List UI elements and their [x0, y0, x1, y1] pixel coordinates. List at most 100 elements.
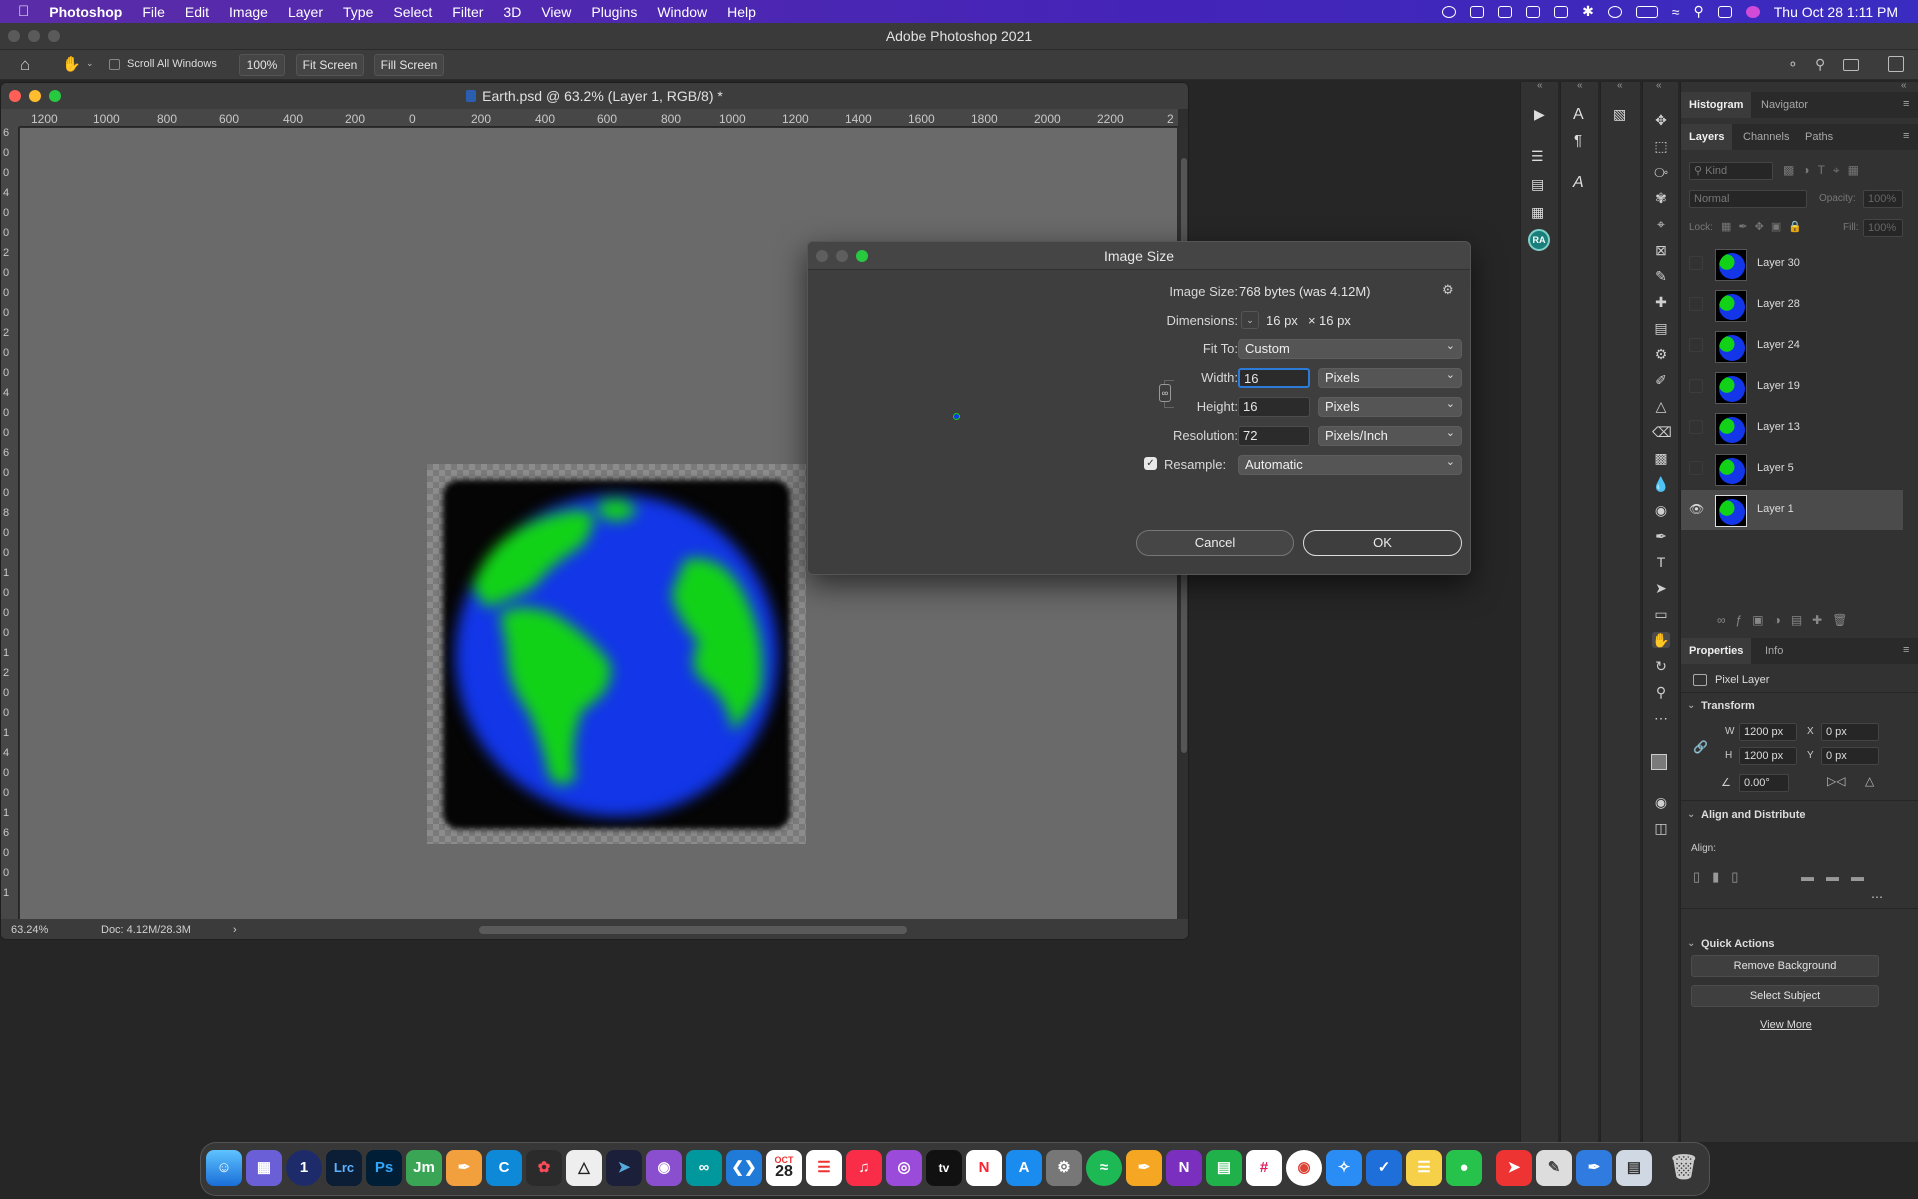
layer-name[interactable]: Layer 5	[1757, 462, 1794, 474]
earth-artwork[interactable]	[427, 464, 806, 844]
menu-select[interactable]: Select	[393, 4, 432, 20]
type-tool-icon[interactable]: T	[1652, 554, 1670, 570]
onepassword-icon[interactable]: 1	[286, 1150, 322, 1186]
creative-cloud-icon[interactable]	[1442, 5, 1457, 18]
character-panel-icon[interactable]: A	[1573, 106, 1584, 124]
rotate-view-tool-icon[interactable]: ↻	[1652, 658, 1670, 674]
tab-info[interactable]: Info	[1757, 638, 1791, 664]
screen-mode-icon[interactable]: ◫	[1652, 820, 1670, 836]
apple-tv-icon[interactable]: tv	[926, 1150, 962, 1186]
collapse-dock-icon[interactable]: «	[1901, 80, 1907, 91]
align-buttons-icons[interactable]: ▯▮▯	[1693, 869, 1750, 885]
keyboard-icon[interactable]	[1554, 5, 1569, 18]
layer-visibility-toggle[interactable]	[1689, 420, 1703, 434]
spotify-icon[interactable]: ≈	[1086, 1150, 1122, 1186]
dialog-close-button[interactable]	[816, 250, 828, 262]
eraser-tool-icon[interactable]: ⌫	[1652, 424, 1672, 440]
menu-3d[interactable]: 3D	[503, 4, 521, 20]
transform-x-field[interactable]: 0 px	[1821, 723, 1879, 741]
layer-filter-icons[interactable]: ▩◑T⌖▦	[1783, 163, 1867, 178]
tab-channels[interactable]: Channels	[1735, 124, 1797, 150]
align-chevron-icon[interactable]: ⌄	[1687, 809, 1695, 820]
more-align-options-icon[interactable]: ⋯	[1871, 890, 1883, 904]
fit-to-select[interactable]: Custom	[1238, 337, 1462, 359]
flip-horizontal-icon[interactable]: ▷◁	[1827, 774, 1845, 788]
collapse-tools-icon[interactable]: «	[1656, 80, 1662, 91]
frame-tool-icon[interactable]: ⊠	[1652, 242, 1670, 258]
fill-field[interactable]: 100%	[1863, 219, 1903, 237]
tool-preset-chevron-icon[interactable]: ⌄	[86, 58, 94, 69]
layer-name[interactable]: Layer 1	[1757, 503, 1794, 515]
menu-plugins[interactable]: Plugins	[591, 4, 637, 20]
spot-healing-tool-icon[interactable]: ✚	[1652, 294, 1670, 310]
jamovi-icon[interactable]: Jm	[406, 1150, 442, 1186]
layer-name[interactable]: Layer 28	[1757, 298, 1800, 310]
quick-selection-tool-icon[interactable]: ✾	[1652, 190, 1670, 206]
document-icon[interactable]: ✎	[1536, 1150, 1572, 1186]
adjustments-icon[interactable]: ☰	[1531, 148, 1544, 165]
app-store-icon[interactable]: A	[1006, 1150, 1042, 1186]
layer-row[interactable]: Layer 19	[1681, 367, 1903, 407]
app-minimize-button[interactable]	[28, 30, 40, 42]
document-title-bar[interactable]: Earth.psd @ 63.2% (Layer 1, RGB/8) *	[1, 83, 1188, 109]
marquee-tool-icon[interactable]: ⬚	[1652, 138, 1670, 154]
tab-properties[interactable]: Properties	[1681, 638, 1752, 664]
menu-filter[interactable]: Filter	[452, 4, 483, 20]
libraries-icon[interactable]: ▤	[1531, 176, 1544, 193]
remove-background-button[interactable]: Remove Background	[1691, 955, 1879, 977]
cloud-icon[interactable]	[1526, 5, 1541, 18]
tasks-icon[interactable]: ✓	[1366, 1150, 1402, 1186]
blend-mode-select[interactable]: Normal	[1689, 190, 1807, 208]
resample-checkbox[interactable]: ✓	[1144, 457, 1157, 470]
menu-view[interactable]: View	[541, 4, 571, 20]
more-tools-icon[interactable]: ⋯	[1652, 710, 1670, 726]
quick-actions-chevron-icon[interactable]: ⌄	[1687, 938, 1695, 949]
bluetooth-icon[interactable]: ✱	[1582, 3, 1594, 20]
quick-actions-title[interactable]: Quick Actions	[1701, 938, 1775, 950]
layer-name[interactable]: Layer 30	[1757, 257, 1800, 269]
chrome-icon[interactable]: ◉	[1286, 1150, 1322, 1186]
onenote-icon[interactable]: N	[1166, 1150, 1202, 1186]
transform-height-field[interactable]: 1200 px	[1739, 747, 1797, 765]
rectangle-tool-icon[interactable]: ▭	[1652, 606, 1670, 622]
dialog-minimize-button[interactable]	[836, 250, 848, 262]
layer-row[interactable]: Layer 13	[1681, 408, 1903, 448]
document-size-info[interactable]: Doc: 4.12M/28.3M	[101, 919, 191, 939]
cancel-button[interactable]: Cancel	[1136, 530, 1294, 556]
doc-zoom-button[interactable]	[49, 90, 61, 102]
layer-row[interactable]: Layer 5	[1681, 449, 1903, 489]
link-dimensions-icon[interactable]: 🔗	[1693, 740, 1708, 754]
layer-name[interactable]: Layer 13	[1757, 421, 1800, 433]
battery-icon[interactable]	[1635, 5, 1658, 18]
ok-button[interactable]: OK	[1303, 530, 1462, 556]
slack-icon[interactable]: #	[1246, 1150, 1282, 1186]
clone-stamp-tool-icon[interactable]: △	[1652, 398, 1670, 414]
paragraph-panel-icon[interactable]: ¶	[1574, 132, 1582, 149]
layer-visibility-toggle[interactable]	[1689, 338, 1703, 352]
layer-visibility-toggle[interactable]	[1689, 297, 1703, 311]
github-desktop-icon[interactable]: ◉	[646, 1150, 682, 1186]
reminders-icon[interactable]: ☰	[806, 1150, 842, 1186]
move-tool-icon[interactable]: ✥	[1652, 112, 1670, 128]
xcode-icon[interactable]: ✒	[1576, 1150, 1612, 1186]
dimensions-unit-dropdown[interactable]: ⌄	[1241, 311, 1259, 329]
menu-image[interactable]: Image	[229, 4, 268, 20]
height-input[interactable]: 16	[1238, 397, 1310, 417]
menu-help[interactable]: Help	[727, 4, 756, 20]
layer-visibility-toggle[interactable]	[1689, 256, 1703, 270]
menubar-clock[interactable]: Thu Oct 28 1:11 PM	[1774, 4, 1898, 20]
transform-section-title[interactable]: Transform	[1701, 700, 1755, 712]
gradient-tool-icon[interactable]: ▩	[1652, 450, 1670, 466]
notes-icon[interactable]: ☰	[1406, 1150, 1442, 1186]
control-center-icon[interactable]	[1717, 5, 1732, 18]
height-unit-select[interactable]: Pixels	[1318, 395, 1462, 417]
lasso-tool-icon[interactable]: ⧂	[1652, 164, 1670, 180]
hand-tool-active-icon[interactable]: ✋	[1652, 632, 1670, 648]
layer-row[interactable]: Layer 30	[1681, 244, 1903, 284]
photoshop-icon[interactable]: Ps	[366, 1150, 402, 1186]
workspace-icon[interactable]	[1843, 59, 1859, 71]
path-selection-tool-icon[interactable]: ➤	[1652, 580, 1670, 596]
horizontal-ruler[interactable]: 1200 1000 800 600 400 200 0 200 400 600 …	[19, 109, 1178, 127]
doc-close-button[interactable]	[9, 90, 21, 102]
blur-tool-icon[interactable]: 💧	[1652, 476, 1670, 492]
